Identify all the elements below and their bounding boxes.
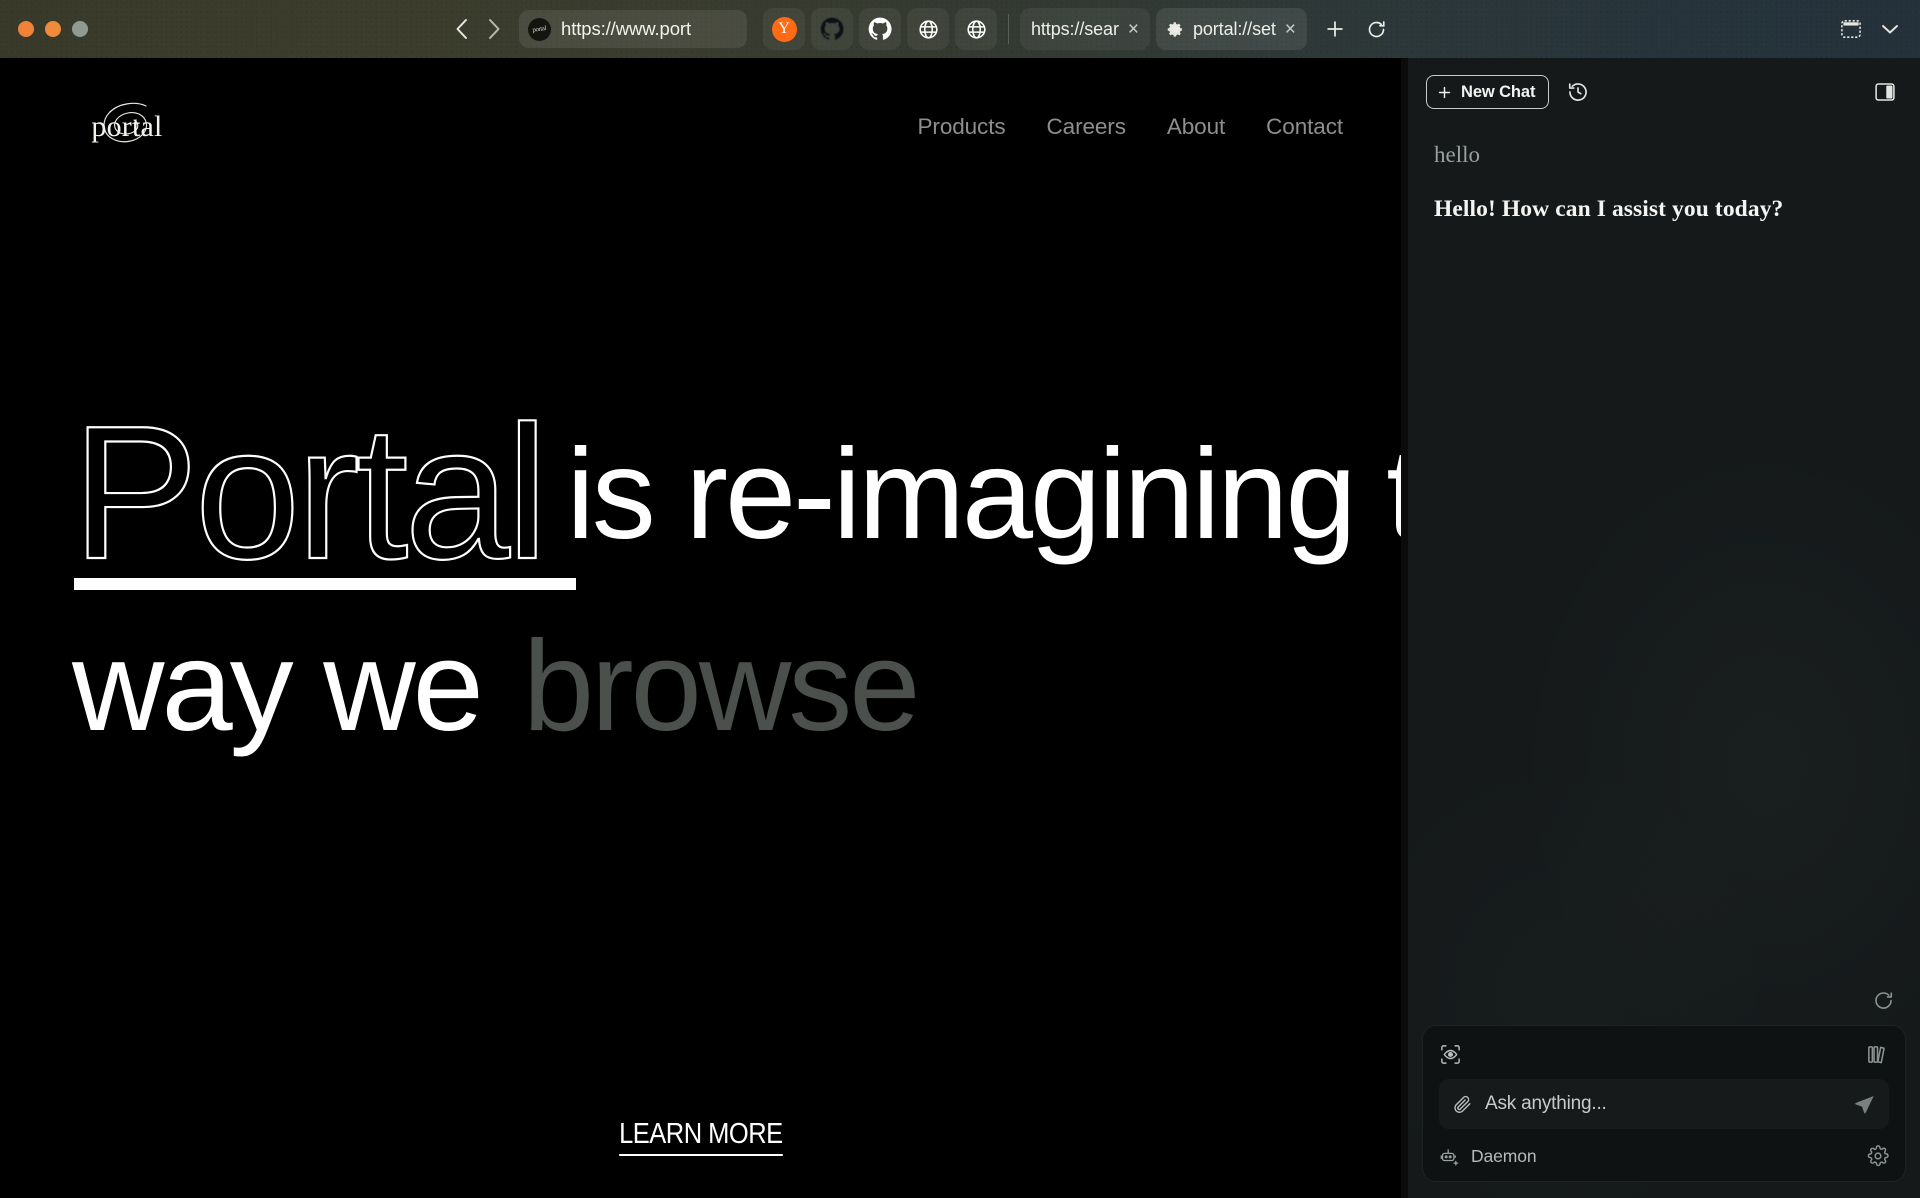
pinned-tab-globe-2[interactable]: [955, 8, 997, 50]
hero-line-one-text: is re-imagining the: [566, 422, 1401, 566]
tab-close-icon[interactable]: ×: [1285, 20, 1296, 39]
ycombinator-icon: Y: [771, 16, 797, 42]
hero-line-one: Portal is re-imagining the: [71, 397, 1401, 590]
history-clock-icon[interactable]: [1567, 81, 1589, 103]
tab-portal-settings[interactable]: portal://set ×: [1155, 8, 1307, 50]
hero-outlined-word-wrap: Portal: [71, 397, 576, 590]
github-icon: [819, 16, 845, 42]
globe-icon: [966, 19, 987, 40]
forward-icon[interactable]: [486, 17, 502, 41]
new-tab-icon[interactable]: [1324, 18, 1346, 40]
back-icon[interactable]: [454, 17, 470, 41]
hero-section: Portal is re-imagining the way webrowse: [71, 397, 1401, 751]
pinned-tab-github-dark[interactable]: [811, 8, 853, 50]
web-content-area: portal Products Careers About Contact Po…: [0, 58, 1401, 1198]
window-minimize-button[interactable]: [45, 21, 61, 37]
pinned-tab-globe-1[interactable]: [907, 8, 949, 50]
github-icon: [867, 16, 893, 42]
hero-line-two: way we browse: [72, 622, 1362, 751]
globe-icon: [918, 19, 939, 40]
tab-title: portal://set: [1192, 18, 1276, 39]
reload-icon[interactable]: [1366, 19, 1387, 40]
new-chat-button[interactable]: New Chat: [1426, 75, 1550, 109]
composer-footer: Daemon: [1439, 1145, 1889, 1167]
sidebar-panel-icon[interactable]: [1874, 82, 1896, 102]
chat-header: New Chat: [1408, 58, 1920, 126]
logo-text: portal: [91, 110, 163, 143]
agent-name-label: Daemon: [1471, 1145, 1537, 1166]
nav-link-contact[interactable]: Contact: [1266, 114, 1343, 140]
paperclip-icon[interactable]: [1452, 1094, 1473, 1115]
composer-toolbar: [1439, 1039, 1889, 1069]
gear-icon: [1167, 21, 1184, 38]
chevron-down-icon[interactable]: [1880, 22, 1900, 36]
pinned-tab-github-light[interactable]: [859, 8, 901, 50]
hero-line-two-dim: browse: [522, 614, 921, 758]
tab-search[interactable]: https://sear ×: [1020, 8, 1150, 50]
tab-divider: [1008, 14, 1009, 44]
titlebar-right-controls: [1840, 19, 1900, 39]
site-navigation: Products Careers About Contact: [918, 114, 1344, 140]
chat-retry-row: [1408, 990, 1920, 1025]
send-arrow-icon[interactable]: [1853, 1093, 1876, 1116]
address-bar[interactable]: portal https://www.port: [519, 10, 747, 48]
site-logo[interactable]: portal: [72, 96, 182, 158]
nav-link-careers[interactable]: Careers: [1047, 114, 1126, 140]
pinned-tab-ycombinator[interactable]: Y: [763, 8, 805, 50]
refresh-retry-icon[interactable]: [1873, 990, 1894, 1011]
window-close-button[interactable]: [18, 21, 34, 37]
nav-link-about[interactable]: About: [1167, 114, 1225, 140]
tab-strip: https://sear × portal://set ×: [1020, 8, 1307, 50]
chat-input-field[interactable]: [1485, 1093, 1841, 1115]
books-library-icon[interactable]: [1866, 1043, 1889, 1066]
chat-message-list: hello Hello! How can I assist you today?: [1408, 126, 1920, 990]
chat-message-assistant: Hello! How can I assist you today?: [1434, 196, 1784, 222]
hero-underline: [74, 577, 576, 590]
browser-titlebar: portal https://www.port Y https://sear ×…: [0, 0, 1920, 58]
address-bar-text: https://www.port: [561, 18, 692, 39]
new-chat-label: New Chat: [1461, 82, 1536, 101]
window-traffic-lights: [18, 21, 88, 37]
gear-icon[interactable]: [1867, 1145, 1889, 1167]
chat-input-row[interactable]: [1439, 1079, 1889, 1129]
plus-icon: [1436, 84, 1453, 101]
eye-scan-icon[interactable]: [1439, 1043, 1462, 1066]
window-maximize-button[interactable]: [72, 21, 88, 37]
tabbar-actions: [1324, 18, 1387, 40]
pinned-tabs: Y: [763, 8, 997, 50]
chat-message-user: hello: [1434, 142, 1480, 167]
tab-close-icon[interactable]: ×: [1128, 20, 1139, 39]
browser-window-icon[interactable]: [1840, 19, 1862, 39]
site-header: portal Products Careers About Contact: [0, 58, 1401, 196]
robot-add-icon[interactable]: [1439, 1146, 1460, 1167]
hero-outlined-word: Portal: [71, 387, 550, 599]
learn-more-cta[interactable]: LEARN MORE: [0, 1118, 1401, 1156]
hero-line-two-bright: way we: [72, 614, 484, 758]
ai-chat-sidebar: New Chat hello Hello! How can I assist y…: [1408, 58, 1920, 1198]
chat-header-right: [1874, 82, 1896, 102]
address-favicon: portal: [528, 17, 551, 41]
tab-title: https://sear: [1031, 18, 1119, 39]
nav-link-products[interactable]: Products: [918, 114, 1006, 140]
learn-more-label: LEARN MORE: [618, 1118, 783, 1156]
chat-composer: Daemon: [1422, 1025, 1906, 1182]
navigation-arrows: [454, 17, 502, 41]
